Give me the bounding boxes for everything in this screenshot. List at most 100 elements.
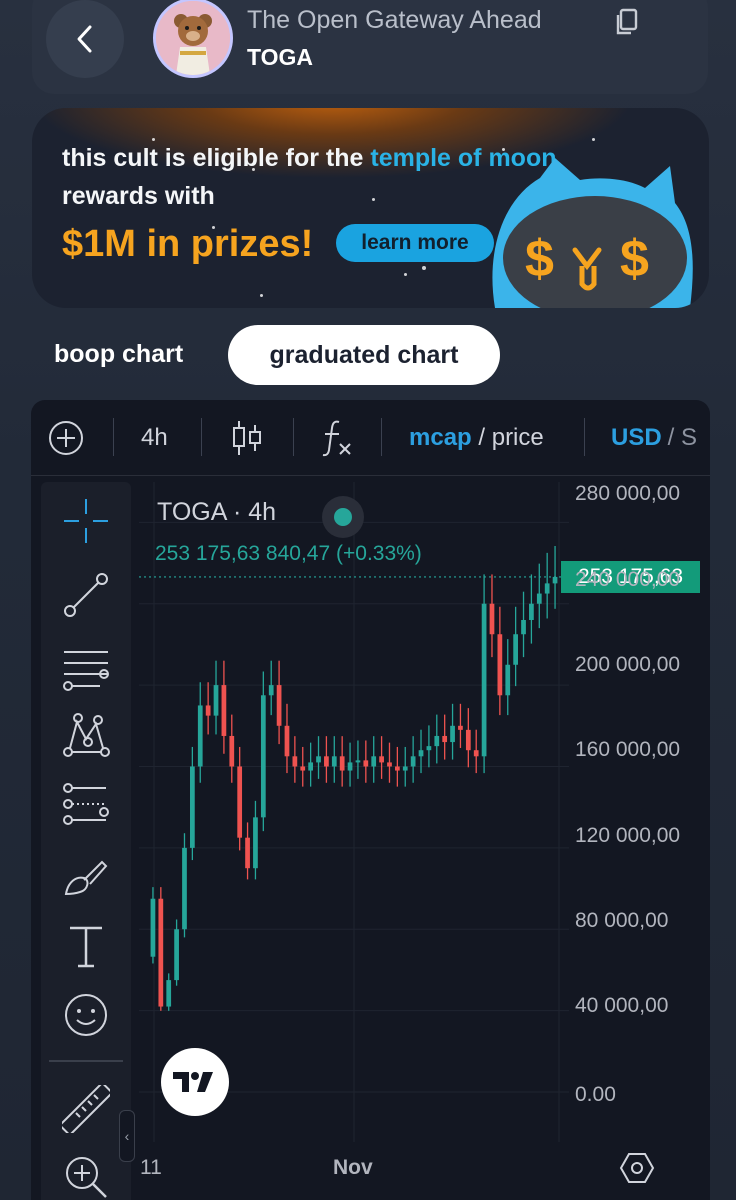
y-tick: 0.00: [575, 1083, 616, 1106]
banner-subline: rewards with: [62, 182, 215, 210]
ruler-tool[interactable]: [61, 1084, 111, 1134]
emoji-tool[interactable]: [61, 990, 111, 1040]
candle-body: [221, 685, 227, 736]
mcap-price-toggle[interactable]: mcap / price: [409, 400, 544, 476]
fib-tool[interactable]: [61, 644, 111, 694]
y-tick: 200 000,00: [575, 653, 681, 676]
candle-body: [505, 664, 511, 696]
chart-type-button[interactable]: [231, 400, 263, 476]
candle-body: [268, 685, 274, 696]
candle-body: [458, 725, 463, 730]
candle-body: [347, 762, 353, 771]
svg-text:$: $: [620, 230, 649, 288]
trend-line-tool[interactable]: [61, 570, 111, 620]
indicators-button[interactable]: [321, 400, 353, 476]
text-icon: [70, 926, 102, 968]
candle-body: [450, 725, 455, 743]
currency-toggle[interactable]: USD / S: [611, 400, 697, 476]
candle-body: [379, 756, 384, 763]
function-icon: [322, 420, 351, 457]
x-tick: Nov: [333, 1156, 373, 1179]
candle-body: [371, 756, 377, 767]
interval-select[interactable]: 4h: [141, 400, 168, 476]
copy-icon[interactable]: [614, 8, 638, 36]
candle-body: [205, 705, 211, 716]
candle-body: [481, 603, 487, 757]
zoom-in-icon: [66, 1157, 107, 1198]
x-tick: 11: [140, 1156, 162, 1179]
y-tick: 40 000,00: [575, 994, 669, 1017]
candle-body: [513, 634, 518, 665]
tab-boop-chart[interactable]: boop chart: [40, 325, 197, 383]
y-tick: 120 000,00: [575, 824, 681, 847]
candle-body: [182, 847, 187, 930]
candle-body: [331, 756, 337, 767]
candle-body: [253, 817, 258, 869]
plus-circle-icon: [49, 421, 83, 455]
usd-option[interactable]: USD: [611, 424, 662, 452]
candle-body: [174, 929, 179, 981]
candle-body: [197, 705, 203, 767]
candle-body: [434, 735, 440, 747]
candle-body: [418, 750, 424, 757]
candle-body: [237, 766, 243, 838]
candle-body: [229, 735, 235, 767]
legend-values: 253 175,63 840,47 (+0.33%): [155, 542, 422, 565]
candle-body: [387, 762, 392, 767]
y-tick: 240 000,00: [575, 568, 681, 591]
crosshair-tool[interactable]: [61, 496, 111, 546]
candle-body: [339, 756, 345, 771]
learn-more-button[interactable]: learn more: [336, 224, 494, 262]
chart-settings-icon[interactable]: [619, 1150, 655, 1186]
tradingview-logo[interactable]: [163, 1050, 227, 1114]
candle-body: [402, 766, 408, 771]
forecast-tool[interactable]: [61, 780, 111, 830]
text-tool[interactable]: [61, 922, 111, 972]
chevron-left-small-icon: ‹: [124, 1128, 130, 1144]
candle-body: [166, 980, 172, 1007]
mcap-option[interactable]: mcap: [409, 424, 472, 452]
trading-chart: 4h mcap / price USD / S ‹ TOGA · 4h 253 …: [31, 400, 710, 1200]
promo-banner[interactable]: this cult is eligible for the temple of …: [32, 108, 709, 308]
add-indicator-button[interactable]: [47, 400, 85, 476]
candle-body: [426, 746, 432, 751]
pattern-tool[interactable]: [61, 710, 111, 760]
brush-icon: [64, 860, 108, 896]
price-option[interactable]: price: [492, 424, 544, 452]
candle-body: [324, 756, 329, 767]
candle-body: [489, 603, 495, 635]
zoom-tool[interactable]: [61, 1152, 111, 1200]
candle-body: [497, 634, 503, 696]
tradingview-icon: [173, 1072, 213, 1092]
candle-body: [529, 603, 534, 620]
tab-graduated-chart[interactable]: graduated chart: [228, 325, 500, 385]
tools-divider: [49, 1060, 123, 1062]
back-button[interactable]: [46, 0, 124, 78]
candlestick-icon: [233, 421, 261, 455]
chevron-left-icon: [77, 25, 92, 53]
forecast-icon: [63, 783, 109, 825]
candle-body: [316, 756, 321, 763]
candle-body: [300, 766, 306, 771]
candle-body: [395, 766, 400, 771]
chart-toolbar: 4h mcap / price USD / S: [31, 400, 710, 476]
candle-body: [308, 762, 313, 771]
y-tick: 160 000,00: [575, 738, 681, 761]
collapse-toolbar-button[interactable]: ‹: [119, 1110, 135, 1162]
candle-body: [292, 756, 298, 767]
alt-currency-option[interactable]: / S: [668, 424, 697, 452]
y-tick: 80 000,00: [575, 909, 669, 932]
brush-tool[interactable]: [61, 852, 111, 902]
market-status-indicator[interactable]: [322, 496, 364, 538]
candle-body: [442, 735, 448, 743]
legend-symbol: TOGA · 4h: [157, 498, 277, 526]
candle-body: [536, 593, 542, 604]
candle-body: [355, 760, 361, 763]
y-tick: 280 000,00: [575, 482, 681, 505]
candle-body: [260, 695, 266, 818]
candle-body: [552, 576, 558, 584]
candle-body: [410, 756, 416, 767]
token-name: The Open Gateway Ahead: [247, 6, 542, 34]
token-header: The Open Gateway Ahead TOGA: [32, 0, 708, 94]
pattern-icon: [63, 713, 110, 757]
